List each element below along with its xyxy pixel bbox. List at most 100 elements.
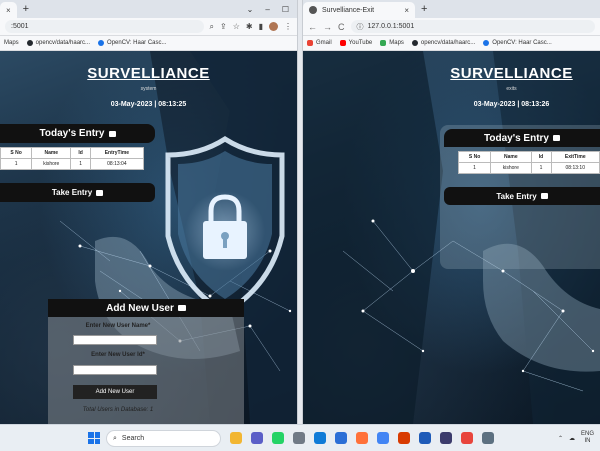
- camera-icon: [96, 189, 104, 196]
- cloud-icon[interactable]: ☁: [569, 435, 575, 442]
- cell-exit-time: 08:13:10: [550, 162, 600, 174]
- opencv-icon: [98, 40, 105, 46]
- chat-icon[interactable]: [251, 432, 263, 444]
- take-entry-label: Take Entry: [51, 188, 93, 197]
- maximize-icon[interactable]: ☐: [282, 5, 289, 14]
- close-tab-icon[interactable]: ×: [6, 6, 11, 15]
- github-icon: [26, 40, 33, 46]
- start-button-icon[interactable]: [88, 432, 100, 444]
- tab-strip: Survelliance-Exit × +: [303, 0, 600, 18]
- page-title: SURVELLIANCE: [450, 65, 573, 82]
- bookmark-maps[interactable]: Maps: [380, 40, 404, 46]
- add-user-form: Add New User Enter New User Name* Enter …: [48, 299, 244, 424]
- close-tab-icon[interactable]: ×: [404, 6, 409, 15]
- table-icon: [108, 130, 116, 137]
- col-entry-time: EntryTime: [89, 147, 145, 159]
- url-field[interactable]: ⓘ 127.0.0.1:5001: [350, 20, 595, 33]
- col-id: Id: [530, 151, 552, 163]
- todays-entry-label: Today's Entry: [484, 132, 549, 144]
- back-icon[interactable]: ←: [308, 22, 317, 32]
- chrome-profile-icon[interactable]: [461, 432, 473, 444]
- user-name-label: Enter New User Name*: [85, 323, 151, 329]
- new-tab-button[interactable]: +: [415, 3, 433, 15]
- address-bar: :5001 ⌕ ⇪ ☆ ✱ ▮ ⋮: [0, 18, 297, 36]
- info-icon[interactable]: ⓘ: [357, 22, 364, 32]
- add-user-heading-label: Add New User: [106, 302, 174, 314]
- menu-icon[interactable]: ⋮: [284, 22, 292, 32]
- profile-avatar[interactable]: [269, 21, 278, 31]
- reload-icon[interactable]: C: [338, 22, 345, 32]
- col-sno: S No: [457, 151, 492, 163]
- table-header-row: S No Name Id EntryTime: [0, 147, 145, 159]
- table-icon: [553, 135, 560, 141]
- system-tray: ⌃ ☁ ENG IN: [558, 431, 594, 445]
- bookmark-opencv-data[interactable]: opencv/data/haarc...: [411, 40, 475, 46]
- cell-id: 1: [70, 158, 91, 170]
- minimize-icon[interactable]: –: [265, 5, 269, 14]
- tab-strip: × + ⌄ – ☐: [0, 0, 297, 18]
- bookmark-star-icon[interactable]: ☆: [233, 22, 240, 32]
- bookmark-opencv-haar[interactable]: OpenCV: Haar Casc...: [98, 40, 167, 46]
- url-field[interactable]: :5001: [5, 20, 204, 33]
- language-indicator[interactable]: ENG IN: [581, 431, 594, 445]
- tab-search-icon[interactable]: ⌄: [247, 5, 254, 14]
- cell-sno: 1: [457, 162, 492, 174]
- monitor-icon[interactable]: [482, 432, 494, 444]
- store-icon[interactable]: [335, 432, 347, 444]
- bluetooth-icon[interactable]: [419, 432, 431, 444]
- app-icon[interactable]: [440, 432, 452, 444]
- col-name: Name: [490, 151, 532, 163]
- taskbar-search[interactable]: ⌕ Search: [106, 430, 221, 447]
- zoom-icon[interactable]: ⌕: [210, 22, 214, 32]
- maps-icon: [380, 40, 387, 46]
- new-tab-button[interactable]: +: [17, 3, 35, 15]
- desktop: × + ⌄ – ☐ :5001 ⌕ ⇪ ☆ ✱ ▮ ⋮ Maps opencv/…: [0, 0, 600, 451]
- lang-top: ENG: [580, 431, 594, 437]
- bookmark-opencv-data[interactable]: opencv/data/haarc...: [26, 40, 90, 46]
- cell-id: 1: [530, 162, 552, 174]
- sidebar-icon[interactable]: ▮: [259, 22, 263, 32]
- add-user-heading: Add New User: [48, 299, 244, 317]
- page-subtitle: exits: [506, 86, 517, 92]
- browser-window-exit: Survelliance-Exit × + ← → C ⓘ 127.0.0.1:…: [303, 0, 600, 424]
- share-icon[interactable]: ⇪: [220, 22, 227, 32]
- user-name-input[interactable]: [73, 335, 157, 345]
- extensions-icon[interactable]: ✱: [246, 22, 253, 32]
- site-favicon: [309, 6, 317, 14]
- chevron-up-icon[interactable]: ⌃: [558, 435, 563, 442]
- opencv-icon: [483, 40, 490, 46]
- bookmark-opencv-haar[interactable]: OpenCV: Haar Casc...: [483, 40, 552, 46]
- github-icon: [411, 40, 418, 46]
- firefox-icon[interactable]: [356, 432, 368, 444]
- tab-title: Survelliance-Exit: [322, 6, 375, 14]
- camera-icon: [540, 193, 548, 199]
- bookmark-gmail[interactable]: Gmail: [307, 40, 332, 46]
- window-controls: ⌄ – ☐: [247, 5, 297, 14]
- bookmark-maps[interactable]: Maps: [4, 40, 19, 46]
- user-id-label: Enter New User Id*: [91, 352, 145, 358]
- col-sno: S No: [0, 147, 33, 159]
- browser-tab[interactable]: Survelliance-Exit ×: [303, 2, 415, 18]
- address-bar: ← → C ⓘ 127.0.0.1:5001: [303, 18, 600, 36]
- forward-icon[interactable]: →: [323, 22, 332, 32]
- bookmark-youtube[interactable]: YouTube: [339, 40, 372, 46]
- surveillance-entry-page: SURVELLIANCE system 03-May-2023 | 08:13:…: [0, 51, 297, 424]
- page-subtitle: system: [140, 86, 157, 92]
- browser-tab[interactable]: ×: [0, 2, 17, 18]
- take-entry-button[interactable]: Take Entry: [444, 187, 600, 205]
- todays-entry-heading: Today's Entry: [0, 124, 155, 143]
- table-row: 1 kishore 1 08:13:10: [457, 162, 600, 174]
- office-icon[interactable]: [398, 432, 410, 444]
- take-entry-button[interactable]: Take Entry: [0, 183, 155, 202]
- chrome-icon[interactable]: [377, 432, 389, 444]
- cell-name: kishore: [31, 158, 72, 170]
- search-label: Search: [121, 435, 145, 442]
- add-user-button[interactable]: Add New User: [73, 385, 157, 399]
- settings-icon[interactable]: [293, 432, 305, 444]
- whatsapp-icon[interactable]: [272, 432, 284, 444]
- file-explorer-icon[interactable]: [230, 432, 242, 444]
- cell-entry-time: 08:13:04: [89, 158, 145, 170]
- edge-icon[interactable]: [314, 432, 326, 444]
- user-id-input[interactable]: [73, 365, 157, 375]
- table-header-row: S No Name Id ExitTime: [457, 151, 600, 163]
